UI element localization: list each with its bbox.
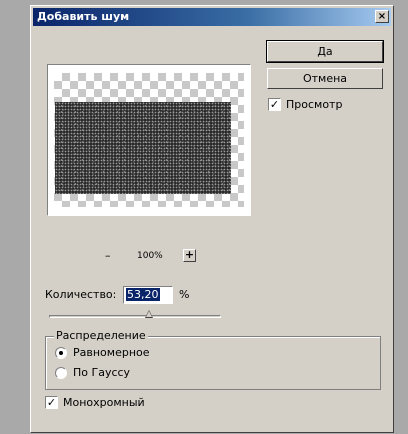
amount-slider-thumb[interactable] — [145, 310, 153, 318]
amount-slider-track[interactable] — [49, 315, 221, 318]
radio-selected-dot — [59, 351, 63, 355]
dialog-title: Добавить шум — [37, 10, 130, 23]
checkmark-icon: ✓ — [46, 396, 57, 409]
close-icon: × — [377, 11, 387, 22]
preview-label: Просмотр — [286, 98, 343, 111]
close-button[interactable]: × — [375, 10, 389, 23]
preview-checkbox[interactable]: ✓ — [268, 98, 281, 111]
plus-icon: + — [184, 248, 195, 261]
zoom-in-button[interactable]: + — [183, 249, 196, 262]
zoom-out-button[interactable]: – — [105, 249, 111, 262]
cancel-button[interactable]: Отмена — [267, 68, 383, 89]
noise-preview-image — [55, 102, 231, 194]
distribution-group: Распределение — [45, 329, 381, 390]
amount-value: 53,20 — [126, 288, 160, 301]
ok-button[interactable]: Да — [266, 40, 384, 63]
monochrome-checkbox[interactable]: ✓ — [45, 396, 58, 409]
radio-uniform-label: Равномерное — [73, 346, 150, 359]
radio-gaussian-label: По Гауссу — [73, 366, 131, 379]
amount-unit: % — [179, 288, 190, 301]
radio-gaussian[interactable] — [55, 367, 67, 379]
amount-input[interactable]: 53,20 — [123, 286, 173, 304]
amount-label: Количество: — [45, 288, 117, 301]
checkmark-icon: ✓ — [269, 98, 280, 111]
radio-uniform[interactable] — [55, 347, 67, 359]
zoom-level: 100% — [137, 251, 163, 261]
distribution-legend: Распределение — [54, 329, 148, 342]
title-bar[interactable]: Добавить шум × — [33, 8, 391, 26]
monochrome-label: Монохромный — [63, 396, 145, 409]
add-noise-dialog: Добавить шум × – 100% + Да Отмена ✓ Прос… — [30, 5, 394, 433]
